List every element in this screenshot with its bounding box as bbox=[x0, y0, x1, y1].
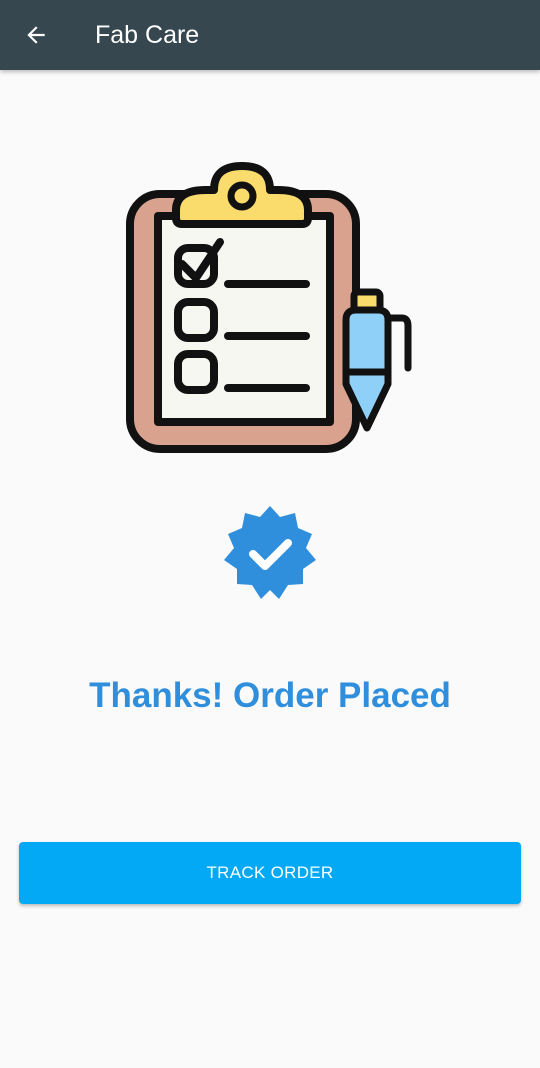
order-confirmation-screen: Fab Care Thanks! Order Placed TRACK ORDE… bbox=[0, 0, 540, 1068]
track-order-button[interactable]: TRACK ORDER bbox=[19, 842, 521, 904]
arrow-left-icon bbox=[27, 26, 45, 44]
toolbar-title: Fab Care bbox=[95, 21, 200, 49]
clipboard-checklist-icon bbox=[126, 162, 412, 453]
verified-badge-icon bbox=[224, 506, 316, 599]
app-toolbar: Fab Care bbox=[0, 0, 540, 70]
order-placed-message: Thanks! Order Placed bbox=[89, 676, 451, 715]
back-button[interactable] bbox=[12, 11, 60, 59]
